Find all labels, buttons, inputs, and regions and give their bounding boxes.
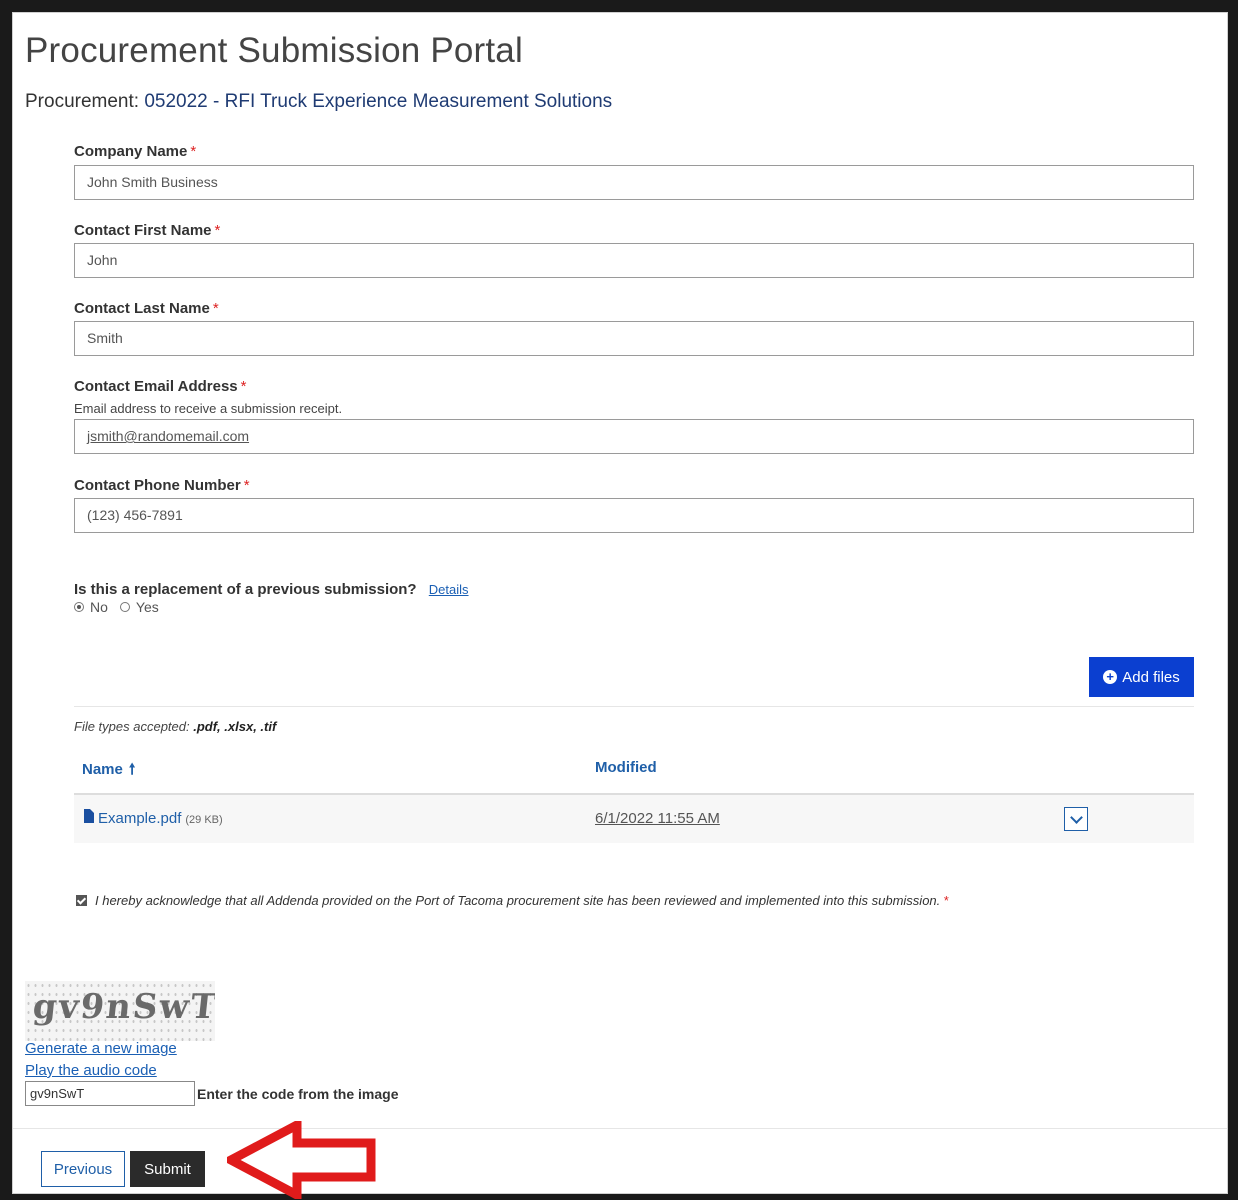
file-types-prefix: File types accepted: [74, 719, 194, 734]
generate-new-image-link[interactable]: Generate a new image [25, 1040, 177, 1057]
radio-yes-label: Yes [135, 599, 159, 615]
file-name-text: Example.pdf [98, 810, 182, 827]
company-name-value: John Smith Business [87, 174, 218, 190]
email-value: jsmith@randomemail.com [87, 428, 250, 444]
acknowledgement-checkbox[interactable] [76, 895, 87, 906]
company-name-input[interactable]: John Smith Business [74, 165, 1194, 200]
captcha-input-label: Enter the code from the image [197, 1086, 399, 1102]
phone-label-text: Contact Phone Number [74, 477, 241, 494]
company-name-label: Company Name * [74, 143, 196, 160]
column-header-name[interactable]: Name 🠕 [82, 759, 135, 784]
file-types-note: File types accepted: .pdf, .xlsx, .tif [74, 719, 276, 734]
file-size: (29 KB) [185, 814, 223, 826]
page-title: Procurement Submission Portal [25, 31, 523, 70]
submit-button-label: Submit [144, 1160, 191, 1178]
captcha-input-value: gv9nSwT [30, 1086, 85, 1101]
column-header-modified[interactable]: Modified [595, 759, 657, 776]
first-name-label-text: Contact First Name [74, 222, 212, 239]
required-mark: * [212, 300, 219, 317]
required-mark: * [214, 222, 221, 239]
captcha-image-text: gv9nSwT [30, 987, 215, 1027]
add-files-label: Add files [1122, 668, 1180, 686]
email-label-text: Contact Email Address [74, 378, 238, 395]
phone-value: (123) 456-7891 [87, 507, 183, 523]
last-name-input[interactable]: Smith [74, 321, 1194, 356]
captcha-input[interactable]: gv9nSwT [25, 1081, 195, 1106]
table-row: Example.pdf (29 KB) 6/1/2022 11:55 AM [74, 795, 1194, 843]
arrow-up-icon: 🠕 [128, 761, 136, 778]
last-name-label-text: Contact Last Name [74, 300, 210, 317]
radio-no[interactable] [74, 602, 84, 612]
file-types-list: .pdf, .xlsx, .tif [193, 719, 277, 734]
replacement-question: Is this a replacement of a previous subm… [74, 581, 469, 598]
required-mark: * [943, 893, 949, 908]
previous-button[interactable]: Previous [41, 1151, 125, 1187]
chevron-down-icon [1069, 810, 1083, 824]
company-name-label-text: Company Name [74, 143, 188, 160]
procurement-prefix: Procurement: [25, 91, 145, 112]
acknowledgement: I hereby acknowledge that all Addenda pr… [76, 893, 948, 908]
procurement-name: 052022 - RFI Truck Experience Measuremen… [144, 91, 613, 112]
captcha-image: gv9nSwT [25, 981, 215, 1041]
replacement-radio-group: No Yes [74, 599, 171, 615]
required-mark: * [243, 477, 250, 494]
play-audio-code-link[interactable]: Play the audio code [25, 1062, 157, 1079]
phone-input[interactable]: (123) 456-7891 [74, 498, 1194, 533]
row-menu-button[interactable] [1064, 807, 1088, 831]
plus-circle-icon: + [1103, 670, 1118, 684]
email-label: Contact Email Address * [74, 378, 247, 395]
acknowledgement-text: I hereby acknowledge that all Addenda pr… [95, 893, 941, 908]
required-mark: * [190, 143, 197, 160]
column-modified-label: Modified [595, 759, 657, 776]
details-link[interactable]: Details [429, 582, 469, 597]
file-name-link[interactable]: Example.pdf (29 KB) [98, 810, 223, 827]
email-input[interactable]: jsmith@randomemail.com [74, 419, 1194, 454]
required-mark: * [240, 378, 247, 395]
first-name-label: Contact First Name * [74, 222, 220, 239]
first-name-input[interactable]: John [74, 243, 1194, 278]
phone-label: Contact Phone Number * [74, 477, 250, 494]
radio-no-label: No [90, 599, 108, 615]
first-name-value: John [87, 252, 118, 268]
radio-yes[interactable] [119, 602, 130, 612]
submit-button[interactable]: Submit [130, 1151, 205, 1187]
divider [74, 706, 1194, 707]
red-arrow-icon [227, 1121, 376, 1199]
last-name-value: Smith [87, 330, 123, 346]
last-name-label: Contact Last Name * [74, 300, 219, 317]
footer-divider [13, 1128, 1227, 1129]
file-modified: 6/1/2022 11:55 AM [595, 810, 720, 827]
email-description: Email address to receive a submission re… [74, 401, 343, 416]
procurement-portal-page: Procurement Submission Portal Procuremen… [12, 12, 1228, 1199]
add-files-button[interactable]: + Add files [1089, 657, 1194, 697]
column-name-label: Name [82, 761, 123, 778]
replacement-question-text: Is this a replacement of a previous subm… [74, 581, 417, 598]
file-icon [84, 809, 94, 823]
procurement-subtitle: Procurement: 052022 - RFI Truck Experien… [25, 91, 612, 113]
previous-button-label: Previous [53, 1160, 113, 1178]
